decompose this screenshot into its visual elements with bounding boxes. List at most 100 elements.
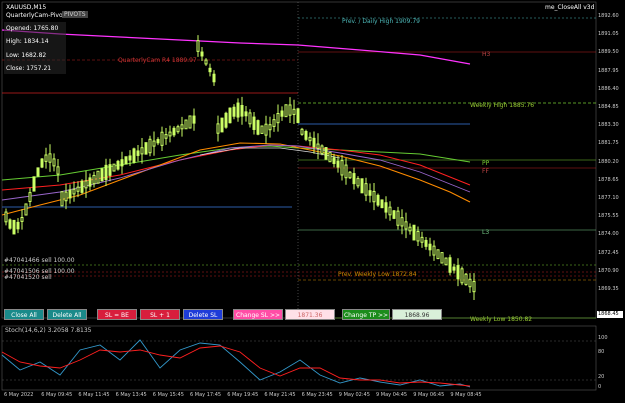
candle-body: [124, 156, 128, 165]
candle-body: [52, 158, 56, 167]
candle-body: [216, 123, 220, 134]
candle-body: [364, 183, 368, 196]
candle-body: [100, 168, 104, 182]
candle-body: [384, 202, 388, 213]
price-chart-canvas[interactable]: [0, 0, 625, 403]
candle-body: [40, 158, 44, 168]
candle-body: [280, 110, 284, 117]
candle-body: [172, 127, 176, 136]
symbol-title: XAUUSD,M15: [6, 4, 47, 11]
candle-body: [472, 281, 476, 293]
candle-body: [44, 154, 48, 162]
change-tp-button[interactable]: Change TP >>: [342, 309, 390, 320]
time-axis-label: 6 May 11:45: [78, 392, 110, 398]
candle-body: [188, 115, 192, 129]
stoch-axis-80: 80: [598, 349, 605, 355]
time-axis-label: 9 May 08:45: [450, 392, 482, 398]
sl-value-field[interactable]: 1871.36: [285, 309, 335, 320]
candle-body: [456, 265, 460, 280]
delete-sl-button[interactable]: Delete SL: [183, 309, 223, 320]
candle-body: [16, 221, 20, 230]
candle-body: [156, 139, 160, 144]
candle-body: [236, 102, 240, 118]
candle-body: [160, 131, 164, 146]
candle-body: [432, 245, 436, 256]
candle-body: [380, 199, 384, 209]
candle-body: [48, 153, 52, 163]
candle-body: [268, 124, 272, 131]
candle-body: [64, 191, 68, 202]
close-all-button[interactable]: Close All: [4, 309, 44, 320]
candle-body: [164, 134, 168, 139]
candle-body: [244, 111, 248, 117]
sl-plus-one-button[interactable]: SL + 1: [140, 309, 180, 320]
candle-body: [128, 155, 132, 161]
candle-body: [28, 192, 32, 202]
label-weekly-low: Weekly Low 1850.82: [470, 316, 533, 323]
candle-body: [316, 143, 320, 149]
candle-body: [80, 180, 84, 193]
candle-body: [176, 126, 180, 133]
label-pp: PP: [482, 160, 490, 167]
candle-body: [152, 140, 156, 147]
candle-body: [96, 170, 100, 184]
candle-body: [72, 188, 76, 195]
candle-body: [464, 273, 468, 286]
candle-body: [32, 176, 36, 192]
price-axis-label: 1869.35: [598, 286, 619, 292]
candle-body: [368, 190, 372, 196]
price-axis-label: 1874.00: [598, 231, 619, 238]
candle-body: [392, 210, 396, 219]
candle-body: [284, 104, 288, 118]
candle-body: [60, 191, 64, 207]
time-axis-label: 6 May 15:45: [152, 392, 184, 398]
candle-body: [168, 131, 172, 137]
info-opened: Opened: 1765.80: [6, 25, 59, 32]
candle-body: [36, 167, 40, 177]
time-axis-label: 6 May 17:45: [190, 392, 222, 398]
info-low: Low: 1682.82: [6, 52, 47, 59]
candle-body: [120, 159, 124, 167]
candle-body: [328, 151, 332, 163]
order-line-label-1[interactable]: #47041466 sell 100.00: [4, 257, 75, 264]
price-axis-label: 1892.60: [598, 13, 619, 19]
candle-body: [416, 230, 420, 242]
indicator-button[interactable]: PIVOTS: [62, 11, 88, 18]
candle-body: [312, 137, 316, 148]
stoch-label: Stoch(14,6,2) 3.2058 7.8135: [5, 327, 92, 334]
candle-body: [140, 147, 144, 155]
candle-body: [148, 138, 152, 154]
time-axis-label: 6 May 2022: [4, 392, 34, 398]
price-axis-label: 1886.40: [598, 85, 619, 92]
candle-body: [376, 194, 380, 206]
candle-body: [296, 108, 300, 124]
candle-body: [408, 226, 412, 232]
candle-body: [444, 257, 448, 266]
candle-body: [412, 224, 416, 241]
order-line-label-3[interactable]: #47041520 sell: [4, 274, 52, 281]
candle-body: [144, 142, 148, 155]
candle-body: [448, 257, 452, 273]
candle-body: [4, 211, 8, 223]
time-axis-label: 9 May 06:45: [413, 392, 445, 398]
sl-be-button[interactable]: SL = BE: [97, 309, 137, 320]
time-axis-label: 6 May 09:45: [41, 392, 73, 398]
candle-body: [332, 157, 336, 164]
label-prev-weekly-low: Prev. Weekly Low 1872.84: [338, 271, 417, 278]
delete-all-button[interactable]: Delete All: [47, 309, 87, 320]
candle-body: [248, 112, 252, 125]
indicator-name: QuarterlyCam-Pivots: [6, 12, 69, 19]
candle-body: [232, 106, 236, 117]
price-axis-label: 1884.85: [598, 104, 619, 110]
candle-body: [104, 164, 108, 180]
candle-body: [200, 51, 204, 57]
candle-body: [468, 278, 472, 288]
label-h3: H3: [482, 51, 491, 58]
stoch-axis-0: 0: [598, 384, 602, 390]
tp-value-field[interactable]: 1868.96: [392, 309, 442, 320]
time-axis-label: 6 May 13:45: [115, 392, 147, 398]
change-sl-button[interactable]: Change SL >>: [233, 309, 283, 320]
candle-body: [388, 206, 392, 216]
candle-body: [184, 119, 188, 130]
label-weekly-high: Weekly High 1885.76: [470, 102, 535, 109]
